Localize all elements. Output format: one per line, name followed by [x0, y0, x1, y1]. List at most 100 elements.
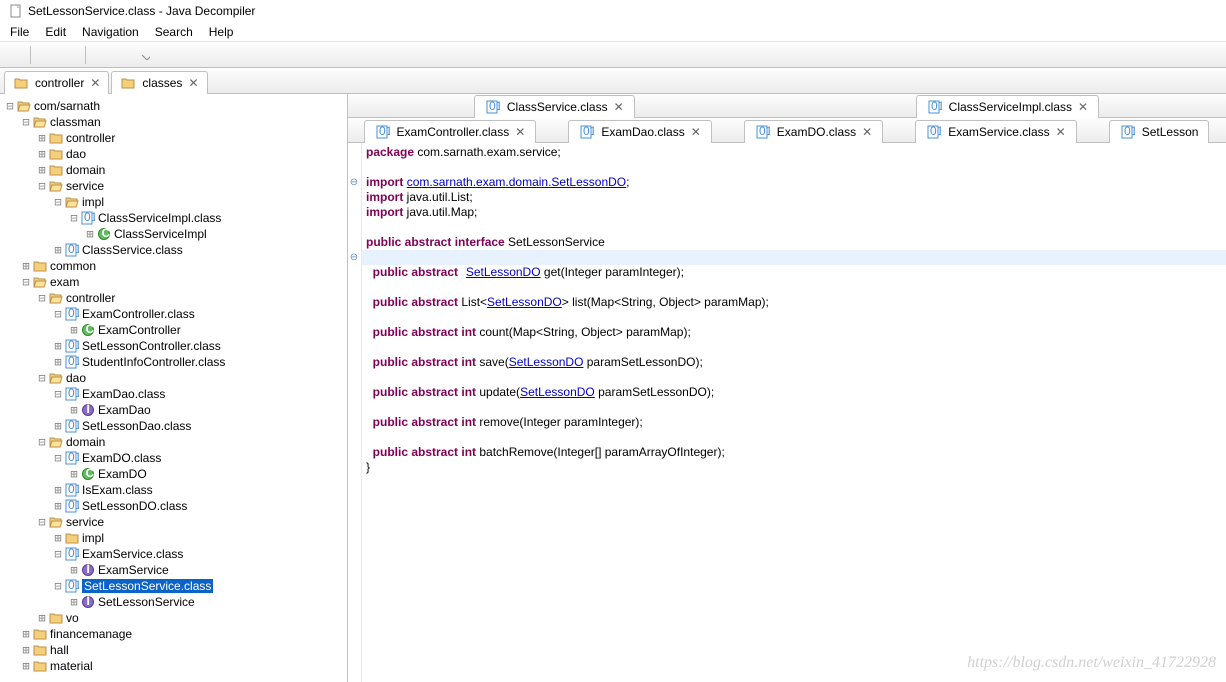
tree-node[interactable]: ⊟com/sarnath	[0, 98, 347, 114]
editor-tab[interactable]: ExamDO.class✕	[744, 120, 883, 143]
collapse-icon[interactable]: ⊟	[36, 180, 48, 192]
tree-node[interactable]: ⊞controller	[0, 130, 347, 146]
tree-node[interactable]: ⊟service	[0, 178, 347, 194]
collapse-icon[interactable]: ⊟	[20, 276, 32, 288]
editor-tab[interactable]: ExamDao.class✕	[568, 120, 711, 143]
collapse-icon[interactable]: ⊟	[36, 292, 48, 304]
tree-node[interactable]: ⊞SetLessonService	[0, 594, 347, 610]
expand-icon[interactable]: ⊞	[36, 612, 48, 624]
fold-icon[interactable]: ⊖	[348, 175, 360, 190]
tree-node[interactable]: ⊞vo	[0, 610, 347, 626]
editor-tab[interactable]: ExamService.class✕	[915, 120, 1076, 143]
tree-node[interactable]: ⊞financemanage	[0, 626, 347, 642]
nav-back-button[interactable]	[90, 44, 112, 66]
tree-node[interactable]: ⊞ExamService	[0, 562, 347, 578]
editor-tab[interactable]: ExamController.class✕	[364, 120, 537, 143]
expand-icon[interactable]: ⊞	[68, 468, 80, 480]
close-icon[interactable]: ✕	[188, 76, 198, 90]
expand-icon[interactable]: ⊞	[20, 628, 32, 640]
collapse-icon[interactable]: ⊟	[36, 516, 48, 528]
menu-help[interactable]: Help	[203, 23, 240, 41]
editor-tab[interactable]: ClassServiceImpl.class✕	[916, 95, 1099, 118]
expand-icon[interactable]: ⊞	[52, 340, 64, 352]
folder-tab-classes[interactable]: classes ✕	[111, 71, 207, 94]
close-icon[interactable]: ✕	[691, 125, 701, 139]
tree-node[interactable]: ⊞material	[0, 658, 347, 674]
collapse-icon[interactable]: ⊟	[36, 372, 48, 384]
expand-icon[interactable]: ⊞	[68, 404, 80, 416]
tree-node[interactable]: ⊞common	[0, 258, 347, 274]
expand-icon[interactable]: ⊞	[52, 484, 64, 496]
expand-icon[interactable]: ⊞	[20, 260, 32, 272]
tree-node[interactable]: ⊞IsExam.class	[0, 482, 347, 498]
tree-node[interactable]: ⊞ClassService.class	[0, 242, 347, 258]
close-icon[interactable]: ✕	[862, 125, 872, 139]
fold-icon[interactable]: ⊖	[348, 250, 360, 265]
expand-icon[interactable]: ⊞	[68, 564, 80, 576]
tree-panel[interactable]: ⊟com/sarnath ⊟classman ⊞controller ⊞dao …	[0, 94, 348, 682]
expand-icon[interactable]: ⊞	[36, 164, 48, 176]
close-icon[interactable]: ✕	[515, 125, 525, 139]
expand-icon[interactable]: ⊞	[20, 644, 32, 656]
tree-node[interactable]: ⊟domain	[0, 434, 347, 450]
expand-icon[interactable]: ⊞	[52, 356, 64, 368]
tree-node[interactable]: ⊟exam	[0, 274, 347, 290]
expand-icon[interactable]: ⊞	[84, 228, 96, 240]
tree-node[interactable]: ⊟ExamService.class	[0, 546, 347, 562]
tree-node[interactable]: ⊞SetLessonDO.class	[0, 498, 347, 514]
expand-icon[interactable]: ⊞	[52, 244, 64, 256]
tree-node[interactable]: ⊟controller	[0, 290, 347, 306]
collapse-icon[interactable]: ⊟	[4, 100, 16, 112]
tree-node[interactable]: ⊞ExamController	[0, 322, 347, 338]
tree-node-selected[interactable]: ⊟SetLessonService.class	[0, 578, 347, 594]
folder-tab-controller[interactable]: controller ✕	[4, 71, 109, 94]
expand-icon[interactable]: ⊞	[68, 596, 80, 608]
tree-node[interactable]: ⊞hall	[0, 642, 347, 658]
collapse-icon[interactable]: ⊟	[52, 308, 64, 320]
expand-icon[interactable]: ⊞	[36, 148, 48, 160]
collapse-icon[interactable]: ⊟	[20, 116, 32, 128]
expand-icon[interactable]: ⊞	[52, 420, 64, 432]
code-area[interactable]: ⊖ ⊖ package com.sarnath.exam.service; im…	[348, 143, 1226, 682]
collapse-icon[interactable]: ⊟	[36, 436, 48, 448]
menu-search[interactable]: Search	[149, 23, 199, 41]
nav-dropdown[interactable]	[138, 44, 152, 66]
tree-node[interactable]: ⊟ExamDO.class	[0, 450, 347, 466]
tree-node[interactable]: ⊟impl	[0, 194, 347, 210]
tree-node[interactable]: ⊞ExamDao	[0, 402, 347, 418]
tree-node[interactable]: ⊟ClassServiceImpl.class	[0, 210, 347, 226]
tree-node[interactable]: ⊞impl	[0, 530, 347, 546]
close-icon[interactable]: ✕	[1056, 125, 1066, 139]
tree-node[interactable]: ⊞StudentInfoController.class	[0, 354, 347, 370]
collapse-icon[interactable]: ⊟	[68, 212, 80, 224]
editor-tab-active[interactable]: SetLesson	[1109, 120, 1210, 143]
source-code[interactable]: package com.sarnath.exam.service; import…	[362, 143, 1226, 682]
expand-icon[interactable]: ⊞	[52, 532, 64, 544]
expand-icon[interactable]: ⊞	[52, 500, 64, 512]
tree-node[interactable]: ⊟classman	[0, 114, 347, 130]
tree-node[interactable]: ⊞ExamDO	[0, 466, 347, 482]
tree-node[interactable]: ⊟ExamDao.class	[0, 386, 347, 402]
tree-node[interactable]: ⊞ClassServiceImpl	[0, 226, 347, 242]
wand-button[interactable]	[59, 44, 81, 66]
expand-icon[interactable]: ⊞	[36, 132, 48, 144]
collapse-icon[interactable]: ⊟	[52, 548, 64, 560]
expand-icon[interactable]: ⊞	[20, 660, 32, 672]
tree-node[interactable]: ⊟dao	[0, 370, 347, 386]
nav-fwd-button[interactable]	[114, 44, 136, 66]
collapse-icon[interactable]: ⊟	[52, 196, 64, 208]
close-icon[interactable]: ✕	[1078, 100, 1088, 114]
collapse-icon[interactable]: ⊟	[52, 580, 64, 592]
tree-node[interactable]: ⊞SetLessonDao.class	[0, 418, 347, 434]
close-icon[interactable]: ✕	[614, 100, 624, 114]
tree-node[interactable]: ⊟service	[0, 514, 347, 530]
editor-tab[interactable]: ClassService.class✕	[474, 95, 635, 118]
expand-icon[interactable]: ⊞	[68, 324, 80, 336]
tree-node[interactable]: ⊞domain	[0, 162, 347, 178]
tree-node[interactable]: ⊞SetLessonController.class	[0, 338, 347, 354]
collapse-icon[interactable]: ⊟	[52, 452, 64, 464]
tree-node[interactable]: ⊟ExamController.class	[0, 306, 347, 322]
close-icon[interactable]: ✕	[90, 76, 100, 90]
save-button[interactable]	[35, 44, 57, 66]
collapse-icon[interactable]: ⊟	[52, 388, 64, 400]
